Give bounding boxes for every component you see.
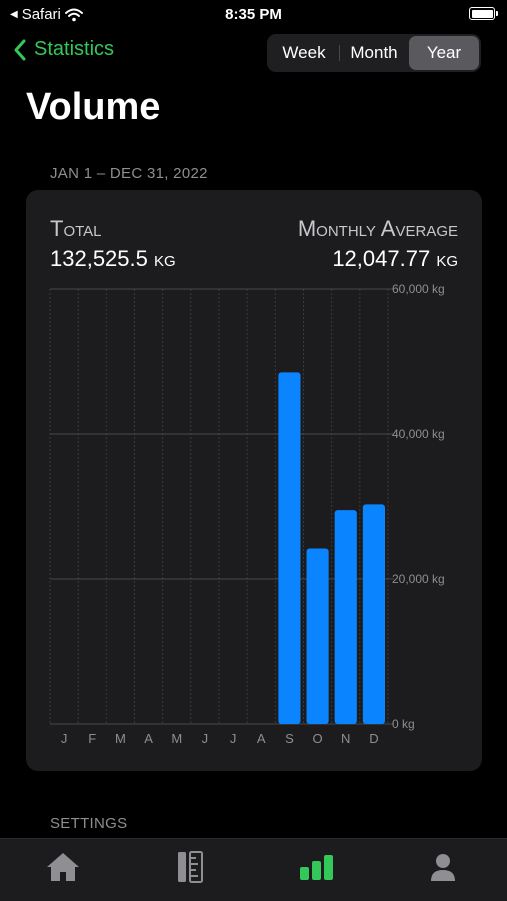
page-title: Volume — [26, 86, 161, 128]
tab-profile[interactable] — [423, 847, 463, 887]
x-tick-label: S — [285, 731, 294, 746]
y-tick-label: 60,000 kg — [392, 282, 445, 296]
tab-home[interactable] — [43, 847, 83, 887]
home-icon — [47, 853, 79, 881]
y-tick-label: 0 kg — [392, 717, 415, 731]
x-tick-label: N — [341, 731, 350, 746]
segment-week[interactable]: Week — [269, 36, 339, 70]
battery-icon — [469, 7, 498, 20]
x-tick-label: J — [61, 731, 67, 746]
x-tick-label: A — [144, 731, 153, 746]
ruler-icon — [178, 851, 203, 883]
status-bar: ◀ Safari 8:35 PM — [0, 0, 507, 30]
bar-s-8 — [278, 372, 301, 724]
x-tick-label: J — [230, 731, 237, 746]
x-tick-label: D — [369, 731, 378, 746]
segment-month[interactable]: Month — [339, 36, 409, 70]
y-tick-label: 20,000 kg — [392, 572, 445, 586]
back-button-label: Statistics — [34, 38, 115, 60]
chevron-left-icon — [14, 39, 26, 60]
x-tick-label: M — [115, 731, 126, 746]
x-tick-label: O — [313, 731, 323, 746]
tab-statistics[interactable] — [297, 847, 337, 887]
y-tick-label: 40,000 kg — [392, 427, 445, 441]
x-tick-label: A — [257, 731, 266, 746]
date-range: JAN 1 – DEC 31, 2022 — [50, 165, 208, 182]
segment-year[interactable]: Year — [409, 36, 479, 70]
period-segmented-control: Week Month Year — [267, 34, 481, 72]
x-tick-label: J — [202, 731, 209, 746]
bar-d-11 — [362, 504, 385, 724]
x-tick-label: M — [171, 731, 182, 746]
settings-section-header: SETTINGS — [50, 815, 128, 832]
back-button[interactable]: Statistics — [14, 38, 114, 61]
person-icon — [431, 854, 455, 881]
bar-n-10 — [334, 510, 357, 724]
x-tick-label: F — [88, 731, 96, 746]
bar-o-9 — [306, 548, 329, 724]
volume-bar-chart: 0 kg 20,000 kg 40,000 kg 60,000 kg J F M A M J J A S… — [49, 282, 445, 746]
volume-card: Total 132,525.5 kg Monthly Average 12,04… — [26, 190, 482, 771]
tab-measurements[interactable] — [171, 847, 211, 887]
bar-chart-icon — [300, 855, 333, 880]
status-time: 8:35 PM — [225, 6, 282, 23]
tab-bar — [0, 838, 507, 901]
